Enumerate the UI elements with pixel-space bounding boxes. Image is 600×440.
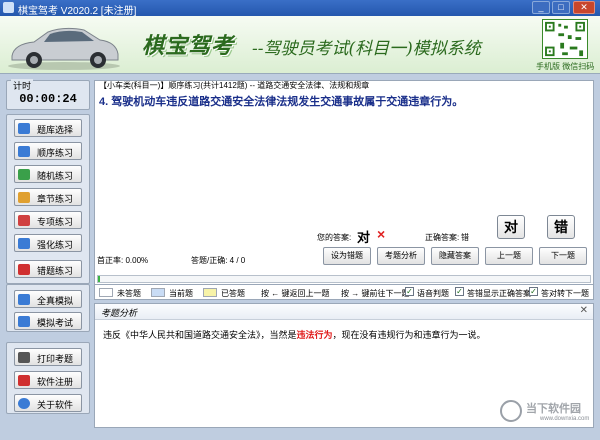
auto-next-label: 答对转下一题	[541, 289, 589, 298]
flag-icon	[18, 264, 30, 275]
key-next-hint: 按 → 键前往下一题	[341, 289, 410, 298]
answered-label: 已答题	[221, 289, 245, 298]
target-icon	[18, 215, 30, 226]
qr-code	[542, 19, 588, 59]
unanswered-label: 未答题	[117, 289, 141, 298]
correct-answer: 错	[461, 233, 469, 242]
wrong-icon: ×	[377, 226, 386, 242]
progress-fill	[98, 276, 100, 282]
prev-question-button[interactable]: 上一题	[485, 247, 533, 265]
watermark: 当下软件园	[526, 403, 581, 415]
analysis-text: 违反《中华人民共和国道路交通安全法》，当然是违法行为，现在没有违规行为和违章行为…	[103, 328, 486, 341]
close-icon[interactable]: ✕	[573, 1, 595, 14]
accuracy-rate: 首正率: 0.00%	[97, 256, 149, 265]
auto-next-checkbox[interactable]: ✓	[529, 287, 538, 296]
car-image	[8, 27, 120, 70]
analysis-title: 考题分析	[101, 308, 138, 318]
tools-menu: 打印考题 软件注册 关于软件	[6, 342, 90, 414]
intensive-practice-button[interactable]: 强化练习	[14, 234, 82, 252]
question-text: 4. 驾驶机动车违反道路交通安全法律法规发生交通事故属于交通违章行为。	[99, 96, 464, 108]
chapter-practice-button[interactable]: 章节练习	[14, 188, 82, 206]
watermark-logo-icon	[500, 400, 522, 422]
app-icon	[3, 2, 14, 13]
current-swatch	[151, 288, 165, 297]
wrong-practice-button[interactable]: 错题练习	[14, 260, 82, 278]
timer-label: 计时	[11, 79, 34, 92]
analysis-highlight: 违法行为	[296, 330, 333, 340]
timer-value: 00:00:24	[19, 92, 77, 106]
database-icon	[18, 123, 30, 134]
key-icon	[18, 375, 30, 386]
title-bar: 棋宝驾考 V2020.2 [未注册] _ □ ✕	[0, 0, 600, 17]
about-button[interactable]: 关于软件	[14, 394, 82, 412]
left-panel: 计时 00:00:24 题库选择 顺序练习 随机练习 章节练习 专项练习 强化练…	[6, 79, 90, 426]
next-question-button[interactable]: 下一题	[539, 247, 587, 265]
false-button[interactable]: 错	[547, 215, 575, 239]
answered-swatch	[203, 288, 217, 297]
hide-answer-button[interactable]: 隐藏答案	[431, 247, 479, 265]
timer-box: 计时 00:00:24	[6, 79, 90, 110]
window-title: 棋宝驾考 V2020.2 [未注册]	[18, 6, 137, 17]
analysis-text-end: ，现在没有违规行为和违章行为一说。	[332, 330, 486, 340]
list-icon	[18, 146, 30, 157]
analysis-button[interactable]: 考题分析	[377, 247, 425, 265]
key-prev-hint: 按 ← 键返回上一题	[261, 289, 330, 298]
analysis-text-start: 违反《中华人民共和国道路交通安全法》，当然是	[103, 330, 297, 340]
question-bank-button[interactable]: 题库选择	[14, 119, 82, 137]
show-correct-checkbox[interactable]: ✓	[455, 287, 464, 296]
current-label: 当前题	[169, 289, 193, 298]
sequential-practice-button[interactable]: 顺序练习	[14, 142, 82, 160]
your-answer: 对	[357, 230, 371, 245]
book-icon	[18, 192, 30, 203]
set-wrong-button[interactable]: 设为错题	[323, 247, 371, 265]
close-icon[interactable]: ✕	[580, 305, 588, 316]
banner: 棋宝驾考 --驾驶员考试(科目一)模拟系统 手机版 微信扫码	[0, 16, 600, 74]
answered-count: 答题/正确: 4 / 0	[191, 256, 246, 265]
your-answer-label: 您的答案:	[317, 233, 352, 242]
exam-icon	[18, 316, 30, 327]
show-correct-label: 答错显示正确答案	[467, 289, 531, 298]
voice-checkbox[interactable]: ✓	[405, 287, 414, 296]
voice-label: 语音判题	[417, 289, 449, 298]
print-questions-button[interactable]: 打印考题	[14, 348, 82, 366]
analysis-header: 考题分析 ✕	[95, 304, 593, 320]
progress-bar	[97, 275, 591, 283]
brand-title: 棋宝驾考	[142, 33, 235, 59]
maximize-icon[interactable]: □	[552, 1, 570, 14]
chart-icon	[18, 238, 30, 249]
correct-answer-label: 正确答案:	[425, 233, 460, 242]
banner-subtitle: --驾驶员考试(科目一)模拟系统	[252, 39, 481, 59]
question-panel: 【小车类(科目一)】顺序练习(共计1412题) -- 道路交通安全法律、法规和规…	[94, 80, 594, 298]
watermark-url: www.downxia.com	[540, 416, 590, 422]
full-simulation-button[interactable]: 全真模拟	[14, 290, 82, 308]
exam-menu: 全真模拟 模拟考试	[6, 284, 90, 332]
qr-caption: 手机版 微信扫码	[536, 62, 595, 71]
unanswered-swatch	[99, 288, 113, 297]
shuffle-icon	[18, 169, 30, 180]
practice-menu: 题库选择 顺序练习 随机练习 章节练习 专项练习 强化练习 错题练习	[6, 114, 90, 284]
mock-exam-button[interactable]: 模拟考试	[14, 312, 82, 330]
register-button[interactable]: 软件注册	[14, 371, 82, 389]
monitor-icon	[18, 294, 30, 305]
info-icon	[18, 398, 30, 409]
question-category: 【小车类(科目一)】顺序练习(共计1412题) -- 道路交通安全法律、法规和规…	[99, 81, 370, 90]
printer-icon	[18, 352, 30, 363]
random-practice-button[interactable]: 随机练习	[14, 165, 82, 183]
minimize-icon[interactable]: _	[532, 1, 550, 14]
special-practice-button[interactable]: 专项练习	[14, 211, 82, 229]
true-button[interactable]: 对	[497, 215, 525, 239]
legend-bar: 未答题 当前题 已答题 按 ← 键返回上一题 按 → 键前往下一题 ✓ 语音判题…	[94, 284, 594, 300]
